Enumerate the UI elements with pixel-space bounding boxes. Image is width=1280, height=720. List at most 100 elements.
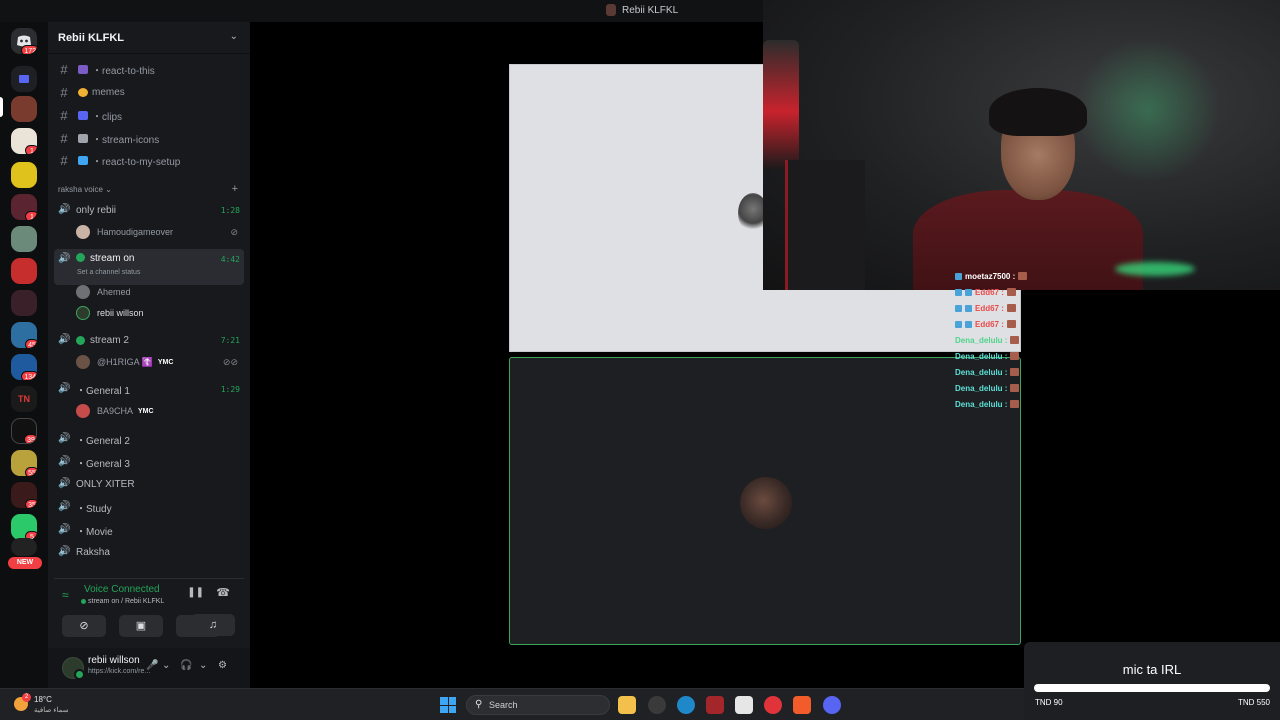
channel-name: ・stream-icons — [92, 134, 160, 146]
mic-muted-icon: ⊘⊘ — [222, 356, 238, 367]
speaker-icon: 🔊 — [58, 253, 71, 264]
category-header[interactable]: raksha voice ⌄ — [58, 185, 112, 194]
voice-user[interactable]: Hamoudigameover ⊘ — [76, 223, 242, 241]
voice-channel-name: stream 2 — [90, 334, 129, 346]
edge-icon[interactable] — [677, 696, 695, 714]
voice-channel-only-rebii[interactable]: 🔊 only rebii 1:28 — [54, 200, 244, 220]
goal-max-label: TND 550 — [1237, 698, 1270, 707]
goal-title: mic ta IRL — [1122, 662, 1182, 677]
chat-line: Edd67 : — [955, 300, 1040, 316]
chair-image — [785, 160, 865, 290]
speaker-icon: 🔊 — [58, 433, 71, 444]
window-title: Rebii KLFKL — [606, 4, 678, 16]
user-name[interactable]: rebii willson — [88, 655, 140, 666]
voice-user[interactable]: BA9CHA YMC — [76, 402, 242, 420]
chevron-down-icon[interactable]: ⌄ — [199, 660, 207, 671]
gear-icon[interactable]: ⚙ — [218, 660, 227, 671]
server-icon-15[interactable] — [11, 538, 37, 556]
channel-react-to-my-setup[interactable]: # ・react-to-my-setup — [56, 150, 244, 170]
opera-icon[interactable] — [764, 696, 782, 714]
server-icon-12[interactable]: 55 — [11, 450, 37, 476]
computer-emoji-icon — [78, 155, 88, 165]
camera-off-button[interactable]: ⊘ — [62, 615, 106, 637]
server-icon-5[interactable] — [11, 226, 37, 252]
avatar — [76, 225, 90, 239]
hash-icon: # — [60, 107, 68, 123]
voice-channel-general-1[interactable]: 🔊 ・General 1 1:29 — [54, 379, 244, 399]
speaker-icon: 🔊 — [58, 383, 71, 394]
server-icon-3[interactable] — [11, 162, 37, 188]
brave-icon[interactable] — [793, 696, 811, 714]
channel-emoji-icon — [78, 110, 88, 120]
server-badge: 55 — [25, 467, 37, 476]
speaker-icon: 🔊 — [58, 334, 71, 345]
avatar[interactable] — [62, 657, 85, 680]
channel-clips[interactable]: # ・clips — [56, 105, 244, 125]
voice-connected-channel[interactable]: stream on / Rebii KLFKL — [80, 598, 164, 605]
channel-react-to-this[interactable]: # ・react-to-this — [56, 59, 244, 79]
avatar — [76, 404, 90, 418]
emote-icon — [1006, 320, 1016, 328]
server-icon-10[interactable]: TN — [11, 386, 37, 412]
voicemeeter-icon[interactable] — [706, 696, 724, 714]
channel-memes[interactable]: # memes — [56, 82, 244, 102]
avatar — [76, 285, 90, 299]
streamer-hair — [989, 88, 1087, 136]
badge-icon — [965, 304, 972, 312]
app-icon[interactable] — [735, 696, 753, 714]
server-icon-1[interactable] — [11, 96, 37, 122]
screen-share-button[interactable]: ▣ — [119, 615, 163, 637]
chevron-down-icon[interactable]: ⌄ — [162, 660, 170, 671]
stream-tile-user[interactable] — [509, 357, 1021, 645]
voice-channel-only-xiter[interactable]: 🔊 ONLY XITER — [54, 474, 244, 494]
emote-icon — [1010, 352, 1020, 360]
voice-channel-study[interactable]: 🔊 ・Study — [54, 497, 244, 517]
server-header[interactable]: Rebii KLFKL ⌄ — [48, 22, 250, 54]
taskbar-search[interactable]: ⚲ Search — [466, 695, 610, 715]
server-icon-9[interactable]: 134 — [11, 354, 37, 380]
emote-icon — [1010, 400, 1020, 408]
channel-status[interactable]: Set a channel status — [77, 269, 140, 276]
soundboard-button[interactable]: ♫ — [191, 614, 235, 636]
hash-icon: # — [60, 152, 68, 168]
voice-channel-general-3[interactable]: 🔊 ・General 3 — [54, 452, 244, 472]
microphone-icon[interactable]: 🎤 — [146, 660, 158, 671]
server-badge: 1 — [25, 145, 37, 154]
emote-icon — [1010, 384, 1020, 392]
channel-stream-icons[interactable]: # ・stream-icons — [56, 128, 244, 148]
voice-channel-stream-2[interactable]: 🔊 stream 2 7:21 — [54, 330, 244, 350]
server-icon-7[interactable] — [11, 290, 37, 316]
headphones-icon[interactable]: 🎧 — [180, 660, 192, 671]
voice-user[interactable]: @H1RIGA ☦️ YMC ⊘⊘ — [76, 353, 242, 371]
disconnect-icon[interactable]: ☎ — [216, 586, 230, 599]
noise-suppression-icon[interactable]: ❚❚ — [187, 587, 204, 598]
voice-connected-status[interactable]: Voice Connected — [84, 584, 160, 595]
server-icon-8[interactable]: 45 — [11, 322, 37, 348]
channel-emoji-icon — [78, 64, 88, 74]
voice-user[interactable]: Ahemed — [76, 283, 242, 301]
user-status: https://kick.com/re... — [88, 668, 151, 675]
server-icon-11[interactable]: 39 — [11, 418, 37, 444]
voice-channel-raksha[interactable]: 🔊 Raksha — [54, 542, 244, 562]
voice-channel-movie[interactable]: 🔊 ・Movie — [54, 520, 244, 540]
discord-home-icon[interactable]: 172 — [11, 28, 37, 54]
windows-start-icon[interactable] — [440, 697, 456, 713]
voice-channel-general-2[interactable]: 🔊 ・General 2 — [54, 429, 244, 449]
emote-icon — [1010, 368, 1020, 376]
voice-channel-stream-on[interactable]: 🔊 stream on 4:42 Set a channel status — [54, 249, 244, 285]
speaker-icon: 🔊 — [58, 546, 71, 557]
voice-channel-name: stream on — [90, 253, 135, 264]
server-icon-4[interactable]: 1 — [11, 194, 37, 220]
voice-user[interactable]: rebii willson — [76, 304, 242, 322]
file-explorer-icon[interactable] — [618, 696, 636, 714]
folder-icon[interactable] — [11, 66, 37, 92]
obs-icon[interactable] — [648, 696, 666, 714]
server-icon-2[interactable]: 1 — [11, 128, 37, 154]
server-icon-14[interactable]: 5 — [11, 514, 37, 540]
server-icon-6[interactable] — [11, 258, 37, 284]
discord-taskbar-icon[interactable] — [823, 696, 841, 714]
weather-temp: 18°C — [34, 695, 52, 704]
chat-line: Dena_delulu : — [955, 396, 1040, 412]
server-icon-13[interactable]: 35 — [11, 482, 37, 508]
add-channel-plus-icon[interactable]: + — [232, 183, 238, 195]
